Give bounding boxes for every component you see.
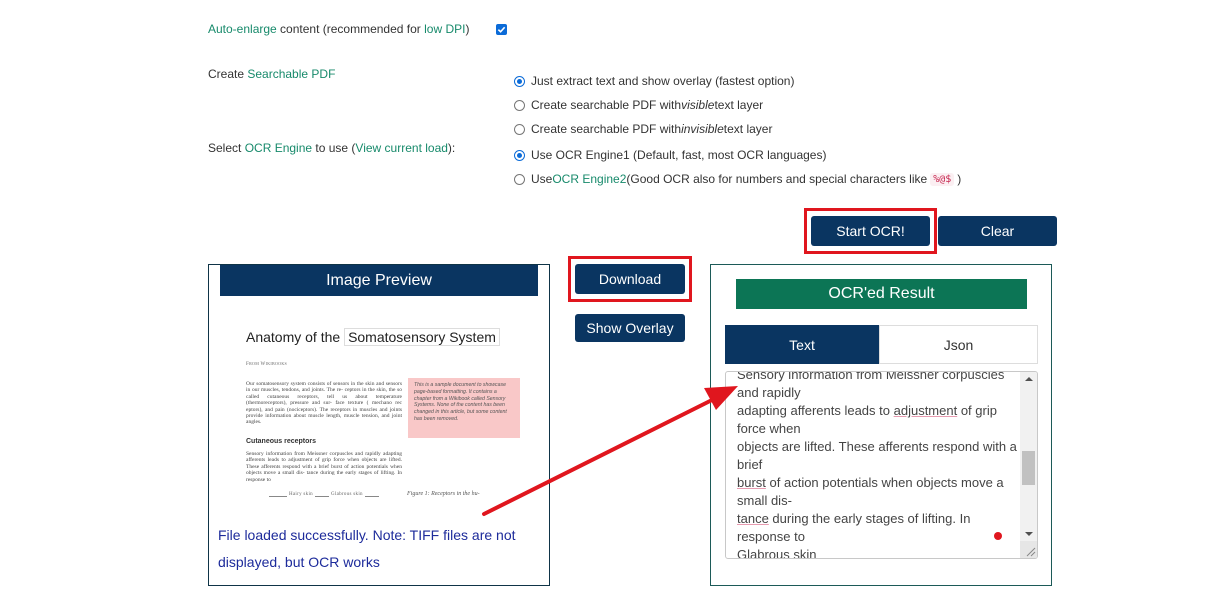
document-preview-image: Anatomy of the Somatosensory System From… bbox=[219, 305, 539, 510]
auto-enlarge-label: Auto-enlarge content (recommended for lo… bbox=[208, 22, 470, 36]
cursor-dot bbox=[994, 532, 1002, 540]
radio-button[interactable] bbox=[514, 75, 525, 87]
radio-extract-overlay[interactable]: Just extract text and show overlay (fast… bbox=[514, 74, 794, 88]
image-preview-panel: Image Preview Anatomy of the Somatosenso… bbox=[208, 264, 550, 586]
doc-title: Anatomy of the Somatosensory System bbox=[246, 328, 500, 346]
ocr-text-content: Sensory information from Meissner corpus… bbox=[737, 371, 1017, 559]
radio-button[interactable] bbox=[514, 173, 525, 185]
ocr-engine-label: Select OCR Engine to use (View current l… bbox=[208, 141, 456, 155]
radio-ocr-engine2[interactable]: Use OCR Engine2 (Good OCR also for numbe… bbox=[514, 172, 961, 186]
resize-handle-icon[interactable] bbox=[1020, 541, 1037, 558]
radio-pdf-visible[interactable]: Create searchable PDF with visible text … bbox=[514, 98, 763, 112]
scrollbar-thumb[interactable] bbox=[1022, 451, 1035, 485]
spellcheck-word: adjustment bbox=[893, 403, 958, 418]
radio-pdf-invisible[interactable]: Create searchable PDF with invisible tex… bbox=[514, 122, 772, 136]
doc-paragraph-2: Sensory information from Meissner corpus… bbox=[246, 451, 402, 483]
doc-subheading: Cutaneous receptors bbox=[246, 438, 317, 445]
doc-figure-caption: Figure 1: Receptors in the hu- bbox=[407, 491, 480, 497]
doc-paragraph-1: Our somatosensory system consists of sen… bbox=[246, 381, 402, 426]
radio-button[interactable] bbox=[514, 149, 525, 161]
clear-button[interactable]: Clear bbox=[938, 216, 1057, 246]
tab-text[interactable]: Text bbox=[725, 325, 879, 364]
doc-from: From Wikibooks bbox=[246, 362, 288, 367]
image-preview-header: Image Preview bbox=[220, 265, 538, 296]
show-overlay-button[interactable]: Show Overlay bbox=[575, 314, 685, 342]
auto-enlarge-checkbox[interactable] bbox=[496, 24, 507, 35]
ocr-text-output[interactable]: Sensory information from Meissner corpus… bbox=[725, 371, 1038, 559]
download-button[interactable]: Download bbox=[575, 264, 685, 294]
low-dpi-link[interactable]: low DPI bbox=[424, 22, 465, 36]
searchable-pdf-link[interactable]: Searchable PDF bbox=[247, 67, 335, 81]
ocr-engine-link[interactable]: OCR Engine bbox=[245, 141, 312, 155]
textarea-scrollbar[interactable] bbox=[1020, 372, 1037, 558]
checkmark-icon bbox=[497, 26, 506, 33]
start-ocr-button[interactable]: Start OCR! bbox=[811, 216, 930, 246]
special-chars-code: %@$ bbox=[930, 172, 955, 186]
doc-note: This is a sample document to showcase pa… bbox=[408, 378, 520, 438]
scroll-up-icon[interactable] bbox=[1025, 377, 1033, 381]
ocr-engine2-link[interactable]: OCR Engine2 bbox=[552, 172, 626, 186]
spellcheck-word: tance bbox=[737, 511, 769, 526]
ocr-result-header: OCR'ed Result bbox=[736, 279, 1027, 309]
auto-enlarge-link[interactable]: Auto-enlarge bbox=[208, 22, 277, 36]
doc-figure-labels: Hairy skin Glabrous skin bbox=[269, 492, 389, 502]
spellcheck-word: burst bbox=[737, 475, 766, 490]
file-status-message: File loaded successfully. Note: TIFF fil… bbox=[218, 527, 516, 570]
ocr-result-panel: OCR'ed Result Text Json Sensory informat… bbox=[710, 264, 1052, 586]
radio-button[interactable] bbox=[514, 123, 525, 135]
tab-json[interactable]: Json bbox=[879, 325, 1038, 364]
radio-ocr-engine1[interactable]: Use OCR Engine1 (Default, fast, most OCR… bbox=[514, 148, 826, 162]
radio-button[interactable] bbox=[514, 99, 525, 111]
searchable-pdf-label: Create Searchable PDF bbox=[208, 67, 336, 81]
scroll-down-icon[interactable] bbox=[1025, 532, 1033, 536]
view-current-load-link[interactable]: View current load bbox=[355, 141, 448, 155]
